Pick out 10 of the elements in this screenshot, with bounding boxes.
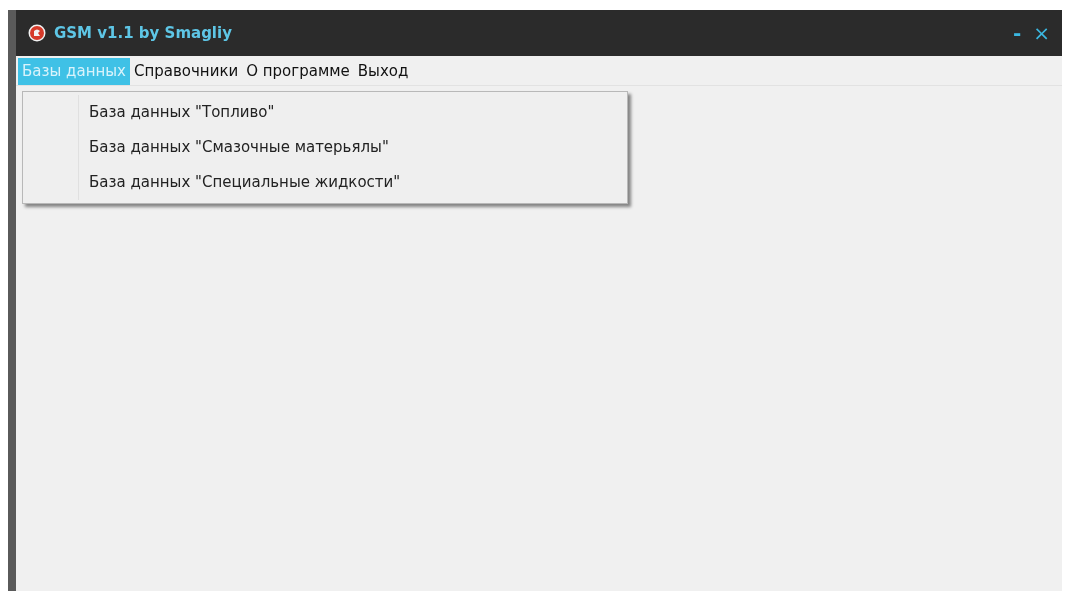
dropdown-item[interactable]: База данных "Смазочные матерьялы" — [89, 130, 401, 165]
dropdown-item[interactable]: База данных "Специальные жидкости" — [89, 165, 401, 200]
menu-item[interactable]: Справочники — [129, 58, 243, 85]
window-title: GSM v1.1 by Smagliy — [54, 22, 232, 44]
close-button[interactable]: × — [1027, 23, 1056, 43]
menu-item[interactable]: Выход — [353, 58, 413, 85]
menu-item[interactable]: О программе — [242, 58, 354, 85]
app-logo-icon — [28, 24, 46, 42]
dropdown-item[interactable]: База данных "Топливо" — [89, 95, 401, 130]
minimize-button[interactable]: - — [1006, 23, 1028, 43]
